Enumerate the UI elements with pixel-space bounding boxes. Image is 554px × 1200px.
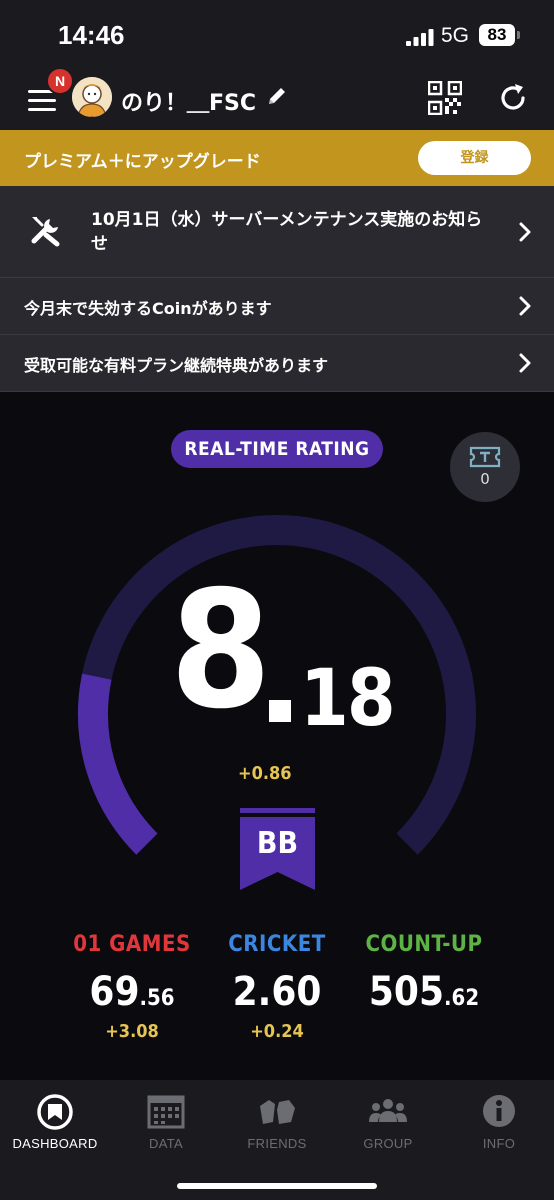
notice-text: 今月末で失効するCoinがあります — [24, 299, 272, 318]
register-button[interactable]: 登録 — [418, 141, 531, 175]
group-icon — [369, 1099, 407, 1122]
calendar-icon — [147, 1095, 185, 1129]
tab-label: INFO — [482, 1136, 516, 1151]
stat-value: 2.60 — [232, 969, 322, 1015]
tab-info[interactable]: INFO — [444, 1094, 554, 1151]
notice-maintenance[interactable]: 10月1日（水）サーバーメンテナンス実施のお知らせ — [0, 186, 554, 278]
rating-integer: 8 — [170, 557, 271, 745]
info-icon — [483, 1095, 515, 1127]
tab-friends[interactable]: FRIENDS — [222, 1094, 332, 1151]
tab-dashboard[interactable]: DASHBOARD — [0, 1094, 110, 1151]
ticket-icon — [469, 446, 501, 468]
stat-diff: +0.24 — [250, 1021, 304, 1042]
chevron-right-icon — [519, 296, 531, 316]
status-bar: 14:46 5G 83 — [0, 0, 554, 70]
home-indicator — [177, 1183, 377, 1189]
status-time: 14:46 — [58, 20, 125, 50]
stat-name: 01 GAMES — [73, 932, 191, 957]
stat-diff: +3.08 — [105, 1021, 159, 1042]
app-header: N のり！＿FSC — [0, 67, 554, 130]
rating-decimal-point — [269, 700, 291, 722]
avatar[interactable] — [72, 77, 112, 117]
notice-text: 受取可能な有料プラン継続特典があります — [24, 356, 329, 375]
stat-value: 69.56 — [89, 969, 175, 1015]
notification-badge: N — [46, 67, 74, 95]
battery-icon: 83 — [479, 24, 515, 46]
stat-01-games[interactable]: 01 GAMES 69.56 +3.08 — [52, 932, 212, 1042]
bottom-tab-bar: DASHBOARD DATA FRIENDS GROUP INFO — [0, 1080, 554, 1200]
gauge-fill — [78, 673, 158, 855]
chevron-right-icon — [519, 353, 531, 373]
pencil-icon[interactable] — [266, 85, 288, 107]
class-label: BB — [256, 826, 299, 861]
stat-cricket[interactable]: CRICKET 2.60 +0.24 — [197, 932, 357, 1042]
battery-cap — [517, 31, 520, 39]
rating-diff: +0.86 — [238, 763, 292, 784]
stat-name: CRICKET — [228, 932, 326, 957]
chevron-right-icon — [519, 222, 531, 242]
tab-group[interactable]: GROUP — [333, 1094, 443, 1151]
stat-value: 505.62 — [368, 969, 480, 1015]
tab-label: FRIENDS — [247, 1136, 307, 1151]
stat-name: COUNT-UP — [365, 932, 483, 957]
tab-label: DASHBOARD — [12, 1136, 98, 1151]
ticket-count: 0 — [480, 470, 490, 488]
signal-icon — [406, 29, 434, 46]
dashboard-icon — [37, 1094, 73, 1130]
menu-icon[interactable] — [28, 90, 56, 112]
premium-upgrade-text: プレミアム＋にアップグレード — [24, 152, 261, 172]
gauge-track — [78, 515, 476, 855]
friends-icon — [260, 1100, 295, 1124]
qr-code-icon[interactable] — [428, 81, 462, 115]
notice-text: 10月1日（水）サーバーメンテナンス実施のお知らせ — [91, 210, 483, 254]
rating-panel: REAL-TIME RATING 0 8 18 +0.86 BB 01 GAME… — [0, 392, 554, 1080]
username[interactable]: のり！＿FSC — [121, 85, 256, 117]
notice-plan-benefit[interactable]: 受取可能な有料プラン継続特典があります — [0, 335, 554, 392]
refresh-icon[interactable] — [496, 81, 530, 115]
notice-coin-expiry[interactable]: 今月末で失効するCoinがあります — [0, 278, 554, 335]
stat-count-up[interactable]: COUNT-UP 505.62 — [344, 932, 504, 1021]
network-type: 5G — [441, 24, 470, 47]
tools-icon — [31, 217, 60, 247]
premium-upgrade-banner[interactable]: プレミアム＋にアップグレード 登録 — [0, 130, 554, 186]
tab-label: GROUP — [363, 1136, 413, 1151]
rating-decimal: 18 — [300, 654, 396, 744]
real-time-rating-label: REAL-TIME RATING — [171, 430, 383, 468]
tab-data[interactable]: DATA — [111, 1094, 221, 1151]
tab-label: DATA — [149, 1136, 183, 1151]
